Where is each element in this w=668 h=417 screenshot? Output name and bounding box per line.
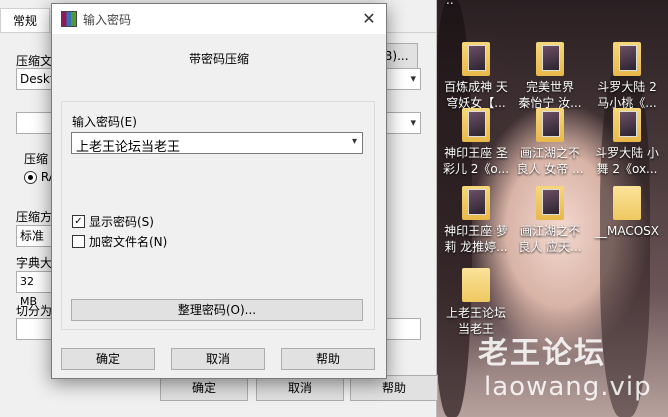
folder-icon <box>613 42 641 76</box>
desktop-folder-icon[interactable]: 斗罗大陆 小 舞 2《ox... <box>592 108 662 177</box>
desktop-icon-label: 完美世界 <box>525 80 574 94</box>
dialog-title: 输入密码 <box>83 13 132 27</box>
desktop-folder-icon[interactable]: 斗罗大陆 2 马小桃《... <box>592 42 662 111</box>
desktop-folder-icon[interactable]: 上老王论坛 当老王 <box>441 268 511 337</box>
dictionary-combo[interactable]: 32 MB <box>16 271 53 308</box>
desktop-folder-icon[interactable]: 神印王座 圣 彩儿 2《o... <box>441 108 511 177</box>
chevron-down-icon[interactable]: ▾ <box>352 136 357 147</box>
chevron-down-icon: ▾ <box>410 116 416 129</box>
show-password-checkbox[interactable]: ✓ 显示密码(S) <box>72 215 154 231</box>
help-button[interactable]: 帮助 <box>281 348 375 370</box>
desktop-icon-label: 良人 应天... <box>518 240 582 254</box>
password-dialog: 输入密码 ✕ 带密码压缩 输入密码(E) 上老王论坛当老王 ▾ ✓ 显示密码(S)… <box>51 3 387 379</box>
radio-checked-icon <box>24 171 37 184</box>
desktop-icon-label: 上老王论坛 <box>445 306 506 320</box>
dialog-titlebar[interactable]: 输入密码 ✕ <box>52 4 386 34</box>
watermark-url: laowang.vip <box>484 372 652 402</box>
encrypt-filenames-checkbox[interactable]: 加密文件名(N) <box>72 235 167 251</box>
desktop-folder-icon[interactable]: 百炼成神 天 穹妖女【... <box>441 42 511 111</box>
split-label: 切分为 <box>16 304 53 318</box>
folder-icon <box>536 186 564 220</box>
folder-icon <box>462 186 490 220</box>
desktop-folder-icon[interactable]: 画江湖之不 良人 女帝 ... <box>515 108 585 177</box>
folder-icon <box>462 268 490 302</box>
tab-general[interactable]: 常规 <box>0 8 50 33</box>
password-label: 输入密码(E) <box>72 115 137 129</box>
format-label: 压缩 <box>24 152 49 166</box>
checkbox-checked-icon: ✓ <box>72 215 85 228</box>
folder-icon <box>613 108 641 142</box>
archive-name-label: 压缩文 <box>16 54 53 68</box>
encrypt-filenames-label: 加密文件名(N) <box>89 235 168 249</box>
desktop-icon-label: __MACOSX <box>594 224 659 238</box>
desktop-folder-icon[interactable]: 画江湖之不 良人 应天... <box>515 186 585 255</box>
ok-button[interactable]: 确定 <box>61 348 155 370</box>
desktop-folder-icon[interactable]: 完美世界 秦怡宁 汝... <box>515 42 585 111</box>
folder-icon <box>536 42 564 76</box>
desktop-folder-icon[interactable]: 神印王座 萝 莉 龙推婷... <box>441 186 511 255</box>
desktop-icon-label: 神印王座 圣 <box>444 146 508 160</box>
desktop-icon-label: 画江湖之不 <box>519 224 580 238</box>
desktop-icon-label: 良人 女帝 ... <box>516 162 584 176</box>
method-combo[interactable]: 标准 <box>16 225 53 247</box>
desktop-folder-icon[interactable]: __MACOSX <box>592 186 662 239</box>
password-value: 上老王论坛当老王 <box>76 140 181 155</box>
dictionary-label: 字典大 <box>16 256 53 270</box>
folder-icon <box>536 108 564 142</box>
organize-passwords-button[interactable]: 整理密码(O)... <box>71 299 363 321</box>
desktop-icon-label: 画江湖之不 <box>519 146 580 160</box>
dialog-header: 带密码压缩 <box>188 52 249 66</box>
password-input[interactable]: 上老王论坛当老王 ▾ <box>71 132 363 155</box>
method-value: 标准 <box>20 229 45 243</box>
desktop-icon-label: 神印王座 萝 <box>444 224 508 238</box>
folder-icon <box>462 42 490 76</box>
desktop-icon-label: 舞 2《ox... <box>596 162 658 176</box>
folder-icon <box>613 186 641 220</box>
checkbox-unchecked-icon <box>72 235 85 248</box>
close-icon[interactable]: ✕ <box>352 4 386 34</box>
desktop-cut-label: .. <box>446 0 454 7</box>
desktop-icon-label: 莉 龙推婷... <box>444 240 508 254</box>
folder-icon <box>462 108 490 142</box>
desktop-icon-label: 彩儿 2《o... <box>442 162 510 176</box>
cancel-button[interactable]: 取消 <box>171 348 265 370</box>
desktop-icon-label: 斗罗大陆 小 <box>595 146 659 160</box>
chevron-down-icon: ▾ <box>410 72 416 85</box>
desktop-icon-label: 斗罗大陆 2 <box>597 80 657 94</box>
desktop-icon-label: 百炼成神 天 <box>444 80 508 94</box>
watermark-text: 老王论坛 <box>478 336 606 371</box>
winrar-icon <box>61 11 77 27</box>
show-password-label: 显示密码(S) <box>89 215 154 229</box>
method-label: 压缩方 <box>16 210 53 224</box>
